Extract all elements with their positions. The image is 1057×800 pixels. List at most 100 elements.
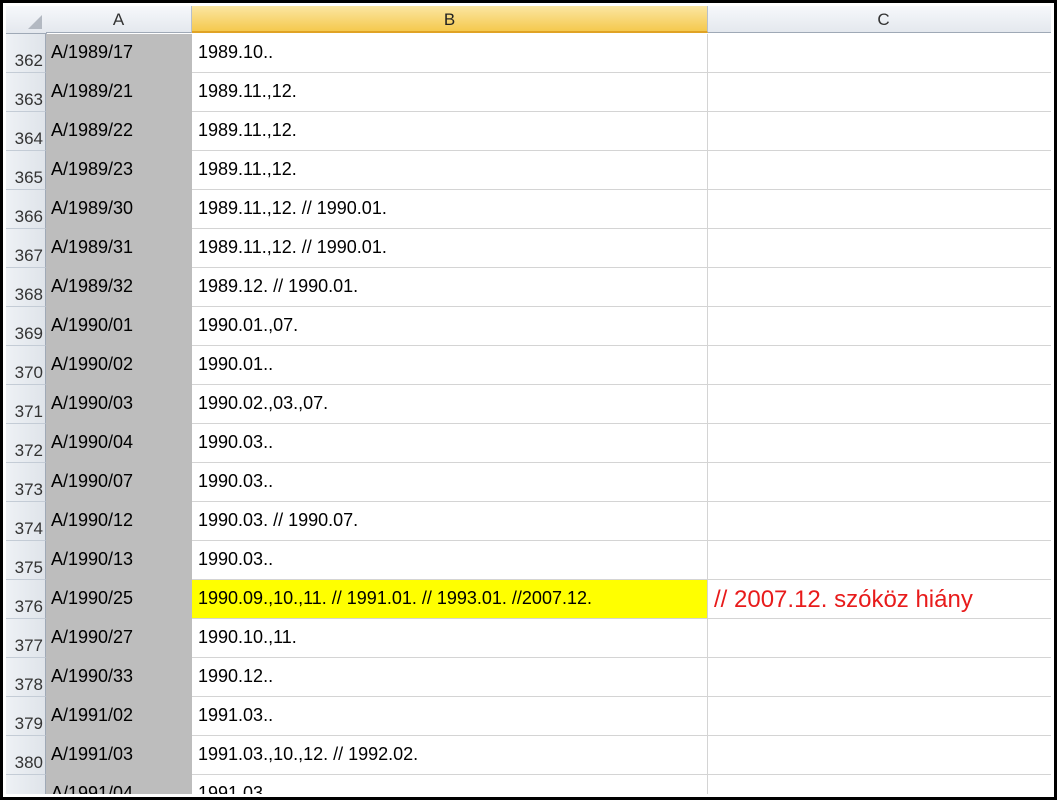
cell-a[interactable]: A/1990/01 bbox=[46, 307, 192, 346]
cell-a[interactable]: A/1989/17 bbox=[46, 34, 192, 73]
cell-b[interactable]: 1991.03.,10.,12. // 1992.02. bbox=[192, 736, 708, 775]
table-row: 373 A/1990/07 1990.03.. bbox=[6, 463, 1051, 502]
row-header[interactable]: 372 bbox=[6, 424, 46, 463]
row-header[interactable]: 368 bbox=[6, 268, 46, 307]
table-row: 367 A/1989/31 1989.11.,12. // 1990.01. bbox=[6, 229, 1051, 268]
row-header[interactable]: 380 bbox=[6, 736, 46, 775]
column-header-row: A B C bbox=[6, 6, 1051, 34]
cell-a[interactable]: A/1991/04 bbox=[46, 775, 192, 794]
cell-b[interactable]: 1989.12. // 1990.01. bbox=[192, 268, 708, 307]
cell-c[interactable] bbox=[708, 775, 1051, 794]
cell-c[interactable] bbox=[708, 112, 1051, 151]
cell-b[interactable]: 1989.11.,12. // 1990.01. bbox=[192, 190, 708, 229]
cell-a[interactable]: A/1990/12 bbox=[46, 502, 192, 541]
cell-b[interactable]: 1990.10.,11. bbox=[192, 619, 708, 658]
cell-b[interactable]: 1991.03.. bbox=[192, 775, 708, 794]
cell-c[interactable] bbox=[708, 424, 1051, 463]
cell-b[interactable]: 1990.01.. bbox=[192, 346, 708, 385]
row-header[interactable]: 365 bbox=[6, 151, 46, 190]
cell-b[interactable]: 1990.03.. bbox=[192, 541, 708, 580]
cell-a[interactable]: A/1990/07 bbox=[46, 463, 192, 502]
table-row: 366 A/1989/30 1989.11.,12. // 1990.01. bbox=[6, 190, 1051, 229]
cell-b[interactable]: 1990.02.,03.,07. bbox=[192, 385, 708, 424]
cell-c[interactable] bbox=[708, 385, 1051, 424]
cell-c[interactable] bbox=[708, 619, 1051, 658]
cell-a[interactable]: A/1990/27 bbox=[46, 619, 192, 658]
row-header[interactable]: 363 bbox=[6, 73, 46, 112]
cell-a[interactable]: A/1990/04 bbox=[46, 424, 192, 463]
table-row: 378 A/1990/33 1990.12.. bbox=[6, 658, 1051, 697]
row-header[interactable]: 364 bbox=[6, 112, 46, 151]
cell-c[interactable] bbox=[708, 502, 1051, 541]
column-header-a[interactable]: A bbox=[46, 6, 192, 33]
cell-c[interactable] bbox=[708, 736, 1051, 775]
cell-c[interactable] bbox=[708, 658, 1051, 697]
cell-c[interactable] bbox=[708, 73, 1051, 112]
table-row: 377 A/1990/27 1990.10.,11. bbox=[6, 619, 1051, 658]
column-header-c[interactable]: C bbox=[708, 6, 1051, 33]
cell-a[interactable]: A/1990/03 bbox=[46, 385, 192, 424]
row-header[interactable]: 371 bbox=[6, 385, 46, 424]
row-header[interactable]: 376 bbox=[6, 580, 46, 619]
cell-b[interactable]: 1990.03.. bbox=[192, 463, 708, 502]
cell-c[interactable] bbox=[708, 34, 1051, 73]
cell-b-highlighted[interactable]: 1990.09.,10.,11. // 1991.01. // 1993.01.… bbox=[192, 580, 708, 619]
cell-c[interactable] bbox=[708, 268, 1051, 307]
table-row: 370 A/1990/02 1990.01.. bbox=[6, 346, 1051, 385]
table-row: 365 A/1989/23 1989.11.,12. bbox=[6, 151, 1051, 190]
row-header[interactable]: 366 bbox=[6, 190, 46, 229]
cell-b[interactable]: 1990.01.,07. bbox=[192, 307, 708, 346]
cell-a[interactable]: A/1989/32 bbox=[46, 268, 192, 307]
cell-b[interactable]: 1989.10.. bbox=[192, 34, 708, 73]
cell-a[interactable]: A/1989/22 bbox=[46, 112, 192, 151]
cell-a[interactable]: A/1990/13 bbox=[46, 541, 192, 580]
cell-c[interactable] bbox=[708, 697, 1051, 736]
row-header[interactable]: 377 bbox=[6, 619, 46, 658]
row-header[interactable]: 367 bbox=[6, 229, 46, 268]
row-header[interactable]: 362 bbox=[6, 34, 46, 73]
cell-b[interactable]: 1990.03.. bbox=[192, 424, 708, 463]
row-header[interactable]: 379 bbox=[6, 697, 46, 736]
table-row: 376 A/1990/25 1990.09.,10.,11. // 1991.01.… bbox=[6, 580, 1051, 619]
column-header-b[interactable]: B bbox=[192, 6, 708, 33]
cell-b[interactable]: 1990.03. // 1990.07. bbox=[192, 502, 708, 541]
screenshot-frame: A B C 362 A/1989/17 1989.10.. 363 A/1989/21 1… bbox=[0, 0, 1057, 800]
table-row: 364 A/1989/22 1989.11.,12. bbox=[6, 112, 1051, 151]
cell-a[interactable]: A/1989/30 bbox=[46, 190, 192, 229]
cell-a[interactable]: A/1989/23 bbox=[46, 151, 192, 190]
cell-c[interactable] bbox=[708, 229, 1051, 268]
table-row: 375 A/1990/13 1990.03.. bbox=[6, 541, 1051, 580]
table-row: 380 A/1991/03 1991.03.,10.,12. // 1992.02. bbox=[6, 736, 1051, 775]
cell-c-note[interactable]: // 2007.12. szóköz hiány bbox=[708, 580, 1051, 619]
cell-a[interactable]: A/1990/02 bbox=[46, 346, 192, 385]
cell-b[interactable]: 1989.11.,12. bbox=[192, 112, 708, 151]
cell-a[interactable]: A/1989/31 bbox=[46, 229, 192, 268]
cell-a[interactable]: A/1990/33 bbox=[46, 658, 192, 697]
row-header[interactable]: 373 bbox=[6, 463, 46, 502]
row-header[interactable]: 374 bbox=[6, 502, 46, 541]
table-row: 374 A/1990/12 1990.03. // 1990.07. bbox=[6, 502, 1051, 541]
select-all-button[interactable] bbox=[6, 6, 47, 34]
cell-c[interactable] bbox=[708, 346, 1051, 385]
cell-a[interactable]: A/1991/02 bbox=[46, 697, 192, 736]
cell-c[interactable] bbox=[708, 151, 1051, 190]
cell-b[interactable]: 1989.11.,12. // 1990.01. bbox=[192, 229, 708, 268]
cell-a[interactable]: A/1991/03 bbox=[46, 736, 192, 775]
cell-c[interactable] bbox=[708, 190, 1051, 229]
cell-b[interactable]: 1990.12.. bbox=[192, 658, 708, 697]
row-header[interactable]: 381 bbox=[6, 775, 46, 794]
cell-b[interactable]: 1989.11.,12. bbox=[192, 73, 708, 112]
row-header[interactable]: 369 bbox=[6, 307, 46, 346]
cell-c[interactable] bbox=[708, 463, 1051, 502]
cell-b[interactable]: 1991.03.. bbox=[192, 697, 708, 736]
cell-a[interactable]: A/1990/25 bbox=[46, 580, 192, 619]
cell-c[interactable] bbox=[708, 541, 1051, 580]
row-header[interactable]: 375 bbox=[6, 541, 46, 580]
select-all-triangle-icon bbox=[28, 15, 42, 29]
table-row: 369 A/1990/01 1990.01.,07. bbox=[6, 307, 1051, 346]
cell-b[interactable]: 1989.11.,12. bbox=[192, 151, 708, 190]
cell-a[interactable]: A/1989/21 bbox=[46, 73, 192, 112]
row-header[interactable]: 378 bbox=[6, 658, 46, 697]
cell-c[interactable] bbox=[708, 307, 1051, 346]
row-header[interactable]: 370 bbox=[6, 346, 46, 385]
